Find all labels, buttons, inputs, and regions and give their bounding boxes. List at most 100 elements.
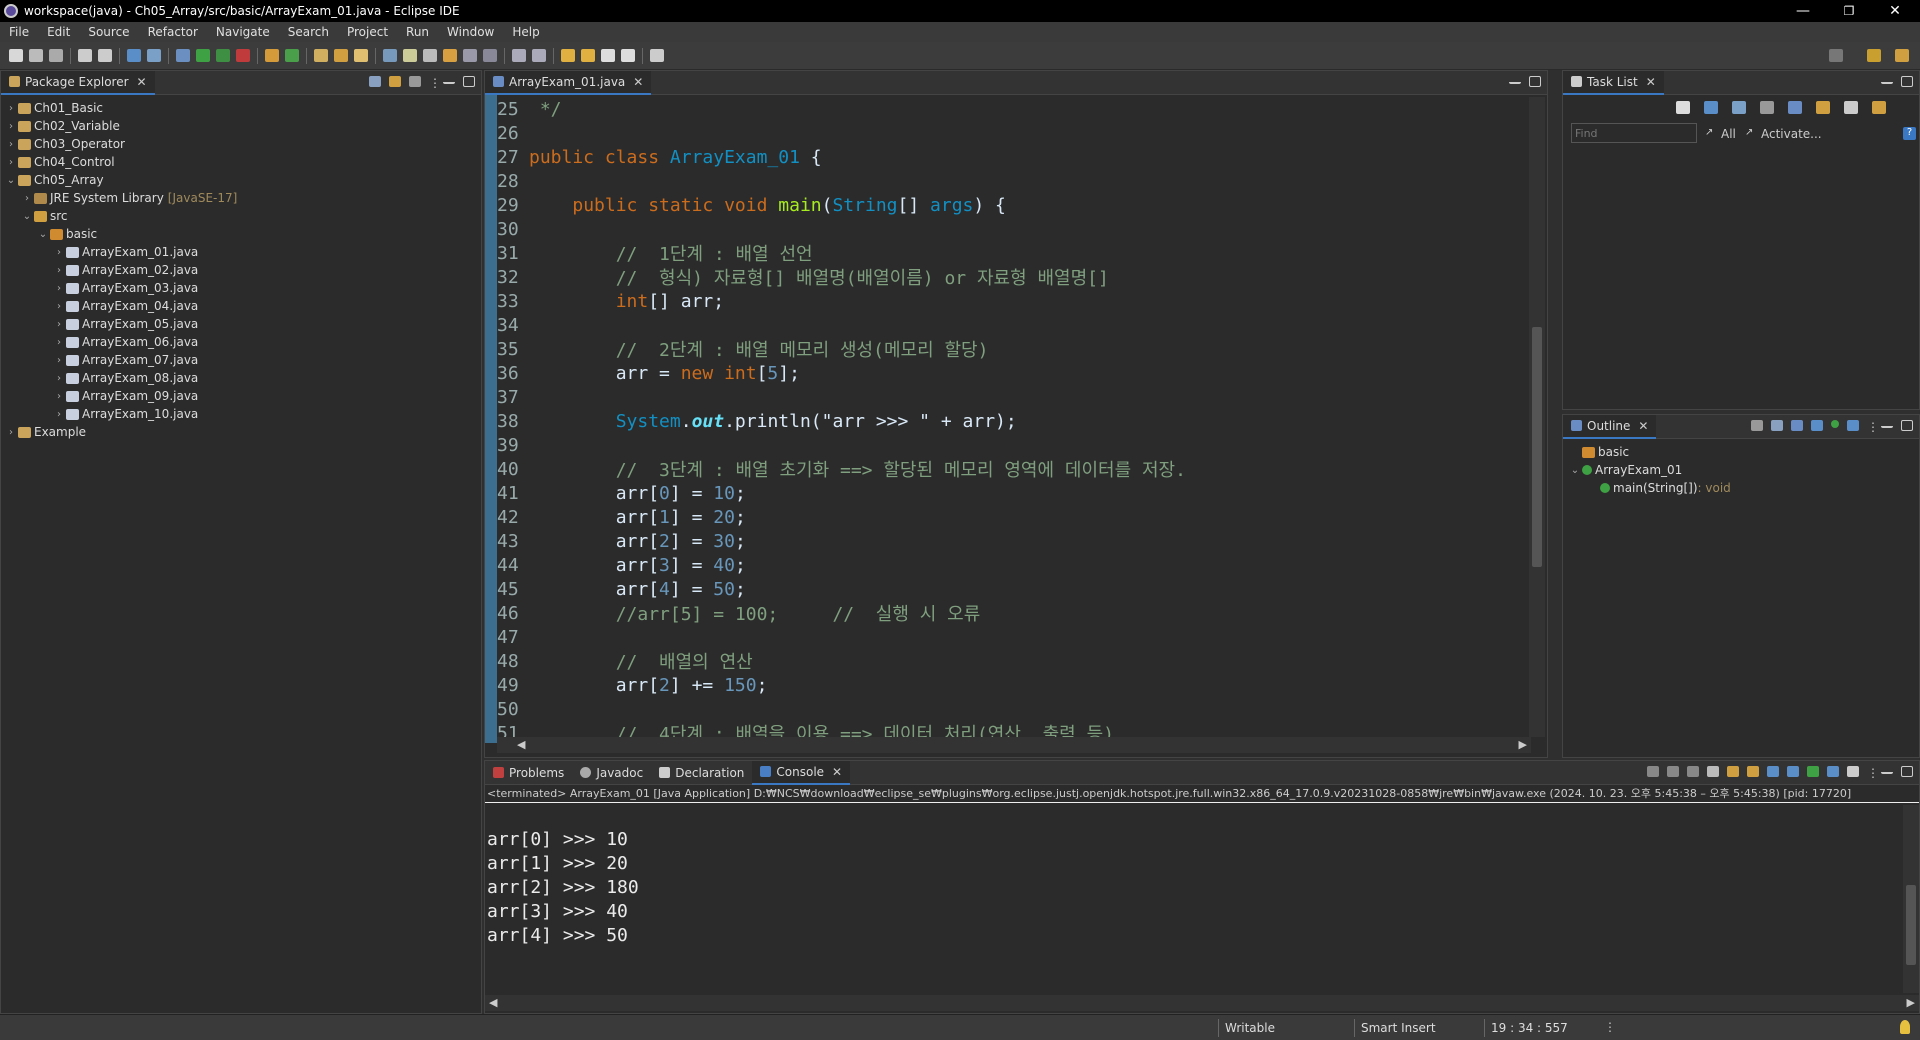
maximize-icon[interactable]	[1529, 76, 1541, 87]
tree-item[interactable]: ⌄ src	[1, 207, 481, 225]
code-line[interactable]: 31 // 1단계 : 배열 선언	[495, 241, 1531, 266]
code-line[interactable]: 50	[495, 697, 1531, 721]
scroll-left-icon[interactable]: ◀	[489, 996, 497, 1009]
open-perspective-icon[interactable]	[1867, 49, 1881, 62]
redo-icon[interactable]	[98, 49, 112, 62]
word-wrap-icon[interactable]	[1747, 766, 1759, 777]
code-line[interactable]: 30	[495, 217, 1531, 241]
chevron-right-icon[interactable]: ›	[53, 373, 65, 384]
chevron-down-icon[interactable]: ⌄	[37, 229, 49, 240]
coverage-icon[interactable]	[216, 49, 230, 62]
terminate-icon[interactable]	[1647, 766, 1659, 777]
new-class-icon[interactable]	[285, 49, 299, 62]
code-line[interactable]: 25 */	[495, 97, 1531, 121]
code-line[interactable]: 51 // 4단계 : 배열을 이용 ==> 데이터 처리(연산, 출력 등)	[495, 721, 1531, 738]
maximize-icon[interactable]	[1901, 766, 1913, 777]
help-icon[interactable]: ?	[1903, 127, 1916, 140]
scroll-right-icon[interactable]: ▶	[1907, 996, 1915, 1009]
tree-item[interactable]: ⌄ basic	[1, 225, 481, 243]
code-line[interactable]: 37	[495, 385, 1531, 409]
tree-item[interactable]: › ArrayExam_06.java	[1, 333, 481, 351]
sort-icon[interactable]	[1771, 420, 1783, 431]
tree-item[interactable]: ⌄ Ch05_Array	[1, 171, 481, 189]
save-icon[interactable]	[29, 49, 43, 62]
new-icon[interactable]	[9, 49, 23, 62]
hide-static-icon[interactable]	[1811, 420, 1823, 431]
code-line[interactable]: 28	[495, 169, 1531, 193]
debug-icon[interactable]	[176, 49, 190, 62]
minimize-icon[interactable]	[443, 76, 455, 84]
code-line[interactable]: 46 //arr[5] = 100; // 실행 시 오류	[495, 601, 1531, 626]
tree-item[interactable]: › Ch04_Control	[1, 153, 481, 171]
scroll-right-icon[interactable]: ▶	[1519, 738, 1527, 751]
status-menu-icon[interactable]: ⋮	[1604, 1020, 1616, 1034]
collapse-all-icon[interactable]	[369, 76, 381, 87]
undo-icon[interactable]	[78, 49, 92, 62]
tab-problems[interactable]: Problems	[485, 761, 572, 785]
code-line[interactable]: 45 arr[4] = 50;	[495, 577, 1531, 601]
scroll-thumb[interactable]	[1532, 327, 1542, 567]
search-tool-icon[interactable]	[354, 49, 368, 62]
view-menu-icon[interactable]: ⋮	[1867, 420, 1879, 434]
next-annotation-icon[interactable]	[512, 49, 526, 62]
code-editor[interactable]: 25 */26 27 public class ArrayExam_01 {28 29…	[495, 97, 1531, 738]
hide-fields-icon[interactable]	[1791, 420, 1803, 431]
menu-refactor[interactable]: Refactor	[139, 25, 207, 39]
tree-item[interactable]: › Example	[1, 423, 481, 441]
close-icon[interactable]: ✕	[1638, 419, 1648, 433]
run-icon[interactable]	[196, 49, 210, 62]
terminal-icon[interactable]	[127, 49, 141, 62]
tab-javadoc[interactable]: Javadoc	[572, 761, 651, 785]
new-java-project-icon[interactable]	[265, 49, 279, 62]
tree-item[interactable]: › ArrayExam_01.java	[1, 243, 481, 261]
chevron-right-icon[interactable]: ›	[53, 247, 65, 258]
chevron-right-icon[interactable]: ›	[53, 355, 65, 366]
hide-nonpublic-icon[interactable]	[1831, 420, 1839, 428]
all-link[interactable]: All	[1721, 127, 1736, 141]
menu-search[interactable]: Search	[279, 25, 338, 39]
chevron-right-icon[interactable]: ›	[53, 391, 65, 402]
tip-bulb-icon[interactable]	[1900, 1020, 1910, 1034]
minimize-icon[interactable]	[1509, 76, 1521, 84]
code-line[interactable]: 49 arr[2] += 150;	[495, 673, 1531, 697]
menu-navigate[interactable]: Navigate	[207, 25, 279, 39]
close-icon[interactable]: ✕	[1646, 75, 1656, 89]
menu-source[interactable]: Source	[79, 25, 138, 39]
code-line[interactable]: 47	[495, 625, 1531, 649]
minimize-icon[interactable]	[1881, 420, 1893, 428]
scheduled-icon[interactable]	[1732, 101, 1746, 114]
code-line[interactable]: 35 // 2단계 : 배열 메모리 생성(메모리 할당)	[495, 337, 1531, 362]
menu-run[interactable]: Run	[397, 25, 438, 39]
tree-item[interactable]: › ArrayExam_08.java	[1, 369, 481, 387]
chevron-down-icon[interactable]: ⌄	[21, 211, 33, 222]
chevron-right-icon[interactable]: ›	[21, 193, 33, 204]
focus-icon[interactable]	[1788, 101, 1802, 114]
mark-occurrences-icon[interactable]	[443, 49, 457, 62]
scroll-thumb[interactable]	[1906, 885, 1916, 965]
console-output[interactable]: arr[0] >>> 10 arr[1] >>> 20 arr[2] >>> 180…	[487, 805, 1897, 991]
new-task-icon[interactable]	[1676, 101, 1690, 114]
menu-edit[interactable]: Edit	[38, 25, 79, 39]
scroll-left-icon[interactable]: ◀	[517, 738, 525, 751]
tree-item[interactable]: › Ch01_Basic	[1, 99, 481, 117]
code-line[interactable]: 41 arr[0] = 10;	[495, 481, 1531, 505]
chevron-right-icon[interactable]: ›	[5, 139, 17, 150]
tree-item[interactable]: › ArrayExam_10.java	[1, 405, 481, 423]
outline-item[interactable]: ⌄ ArrayExam_01	[1569, 461, 1919, 479]
sync-icon[interactable]	[1872, 101, 1886, 114]
navigate-forward-icon[interactable]	[621, 49, 635, 62]
tree-item[interactable]: › ArrayExam_02.java	[1, 261, 481, 279]
open-type-icon[interactable]	[314, 49, 328, 62]
last-edit-icon[interactable]	[561, 49, 575, 62]
pin-editor-icon[interactable]	[650, 49, 664, 62]
categorized-icon[interactable]	[1704, 101, 1718, 114]
menu-window[interactable]: Window	[438, 25, 503, 39]
code-line[interactable]: 34	[495, 313, 1531, 337]
status-insert-mode[interactable]: Smart Insert	[1354, 1019, 1484, 1037]
hide-completed-icon[interactable]	[1760, 101, 1774, 114]
tree-item[interactable]: › ArrayExam_05.java	[1, 315, 481, 333]
display-console-icon[interactable]	[1827, 766, 1839, 777]
forward-icon[interactable]	[601, 49, 615, 62]
back-icon[interactable]	[581, 49, 595, 62]
menu-project[interactable]: Project	[338, 25, 397, 39]
